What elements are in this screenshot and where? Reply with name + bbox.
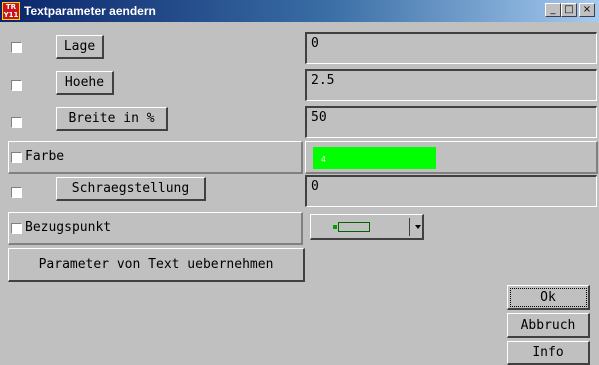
info-label: Info xyxy=(532,345,564,360)
bezug-checkbox[interactable] xyxy=(11,223,22,234)
dropdown-separator xyxy=(409,218,410,236)
ok-button[interactable]: Ok xyxy=(507,285,590,310)
app-icon[interactable]: TR Y11 xyxy=(2,2,20,20)
ok-label: Ok xyxy=(540,289,556,305)
lage-button[interactable]: Lage xyxy=(56,35,104,59)
info-button[interactable]: Info xyxy=(507,341,590,365)
bezugspunkt-dropdown[interactable] xyxy=(310,214,424,240)
breite-checkbox[interactable] xyxy=(11,117,22,128)
window-controls: _ □ × xyxy=(545,3,595,17)
breite-input[interactable]: 50 xyxy=(305,106,597,138)
lage-input[interactable]: 0 xyxy=(305,32,597,64)
hoehe-input[interactable]: 2.5 xyxy=(305,69,597,101)
app-icon-text-top: TR xyxy=(5,3,17,11)
schraeg-checkbox[interactable] xyxy=(11,187,22,198)
hoehe-label: Hoehe xyxy=(64,75,105,90)
hoehe-checkbox[interactable] xyxy=(11,80,22,91)
bezug-label: Bezugspunkt xyxy=(25,220,112,235)
schraeg-label: Schraegstellung xyxy=(71,181,190,196)
hoehe-button[interactable]: Hoehe xyxy=(56,71,114,95)
lage-label: Lage xyxy=(63,39,96,54)
breite-button[interactable]: Breite in % xyxy=(56,107,168,131)
farbe-label: Farbe xyxy=(25,149,65,164)
chevron-down-icon[interactable] xyxy=(415,225,421,229)
reference-dot-icon xyxy=(333,225,337,229)
schraeg-button[interactable]: Schraegstellung xyxy=(56,177,206,201)
breite-label: Breite in % xyxy=(68,111,155,126)
abbruch-label: Abbruch xyxy=(520,317,576,333)
breite-value: 50 xyxy=(311,110,327,125)
minimize-button[interactable]: _ xyxy=(545,3,561,17)
app-icon-text-bottom: Y11 xyxy=(3,11,19,19)
lage-checkbox[interactable] xyxy=(11,42,22,53)
abbruch-button[interactable]: Abbruch xyxy=(507,313,590,338)
reference-box-icon xyxy=(338,222,370,232)
maximize-button[interactable]: □ xyxy=(561,3,577,17)
color-swatch[interactable]: 4 xyxy=(313,147,436,169)
hoehe-value: 2.5 xyxy=(311,73,335,88)
window-title: Textparameter aendern xyxy=(24,4,156,18)
schraeg-input[interactable]: 0 xyxy=(305,175,597,207)
parameter-uebernehmen-label: Parameter von Text uebernehmen xyxy=(38,257,274,272)
parameter-uebernehmen-button[interactable]: Parameter von Text uebernehmen xyxy=(8,248,305,282)
lage-value: 0 xyxy=(311,36,319,51)
close-button[interactable]: × xyxy=(579,3,595,17)
title-bar[interactable]: TR Y11 Textparameter aendern _ □ × xyxy=(0,0,599,22)
color-index: 4 xyxy=(321,155,326,164)
schraeg-value: 0 xyxy=(311,179,319,194)
dialog-window: TR Y11 Textparameter aendern _ □ × Lage … xyxy=(0,0,599,365)
farbe-checkbox[interactable] xyxy=(11,152,22,163)
